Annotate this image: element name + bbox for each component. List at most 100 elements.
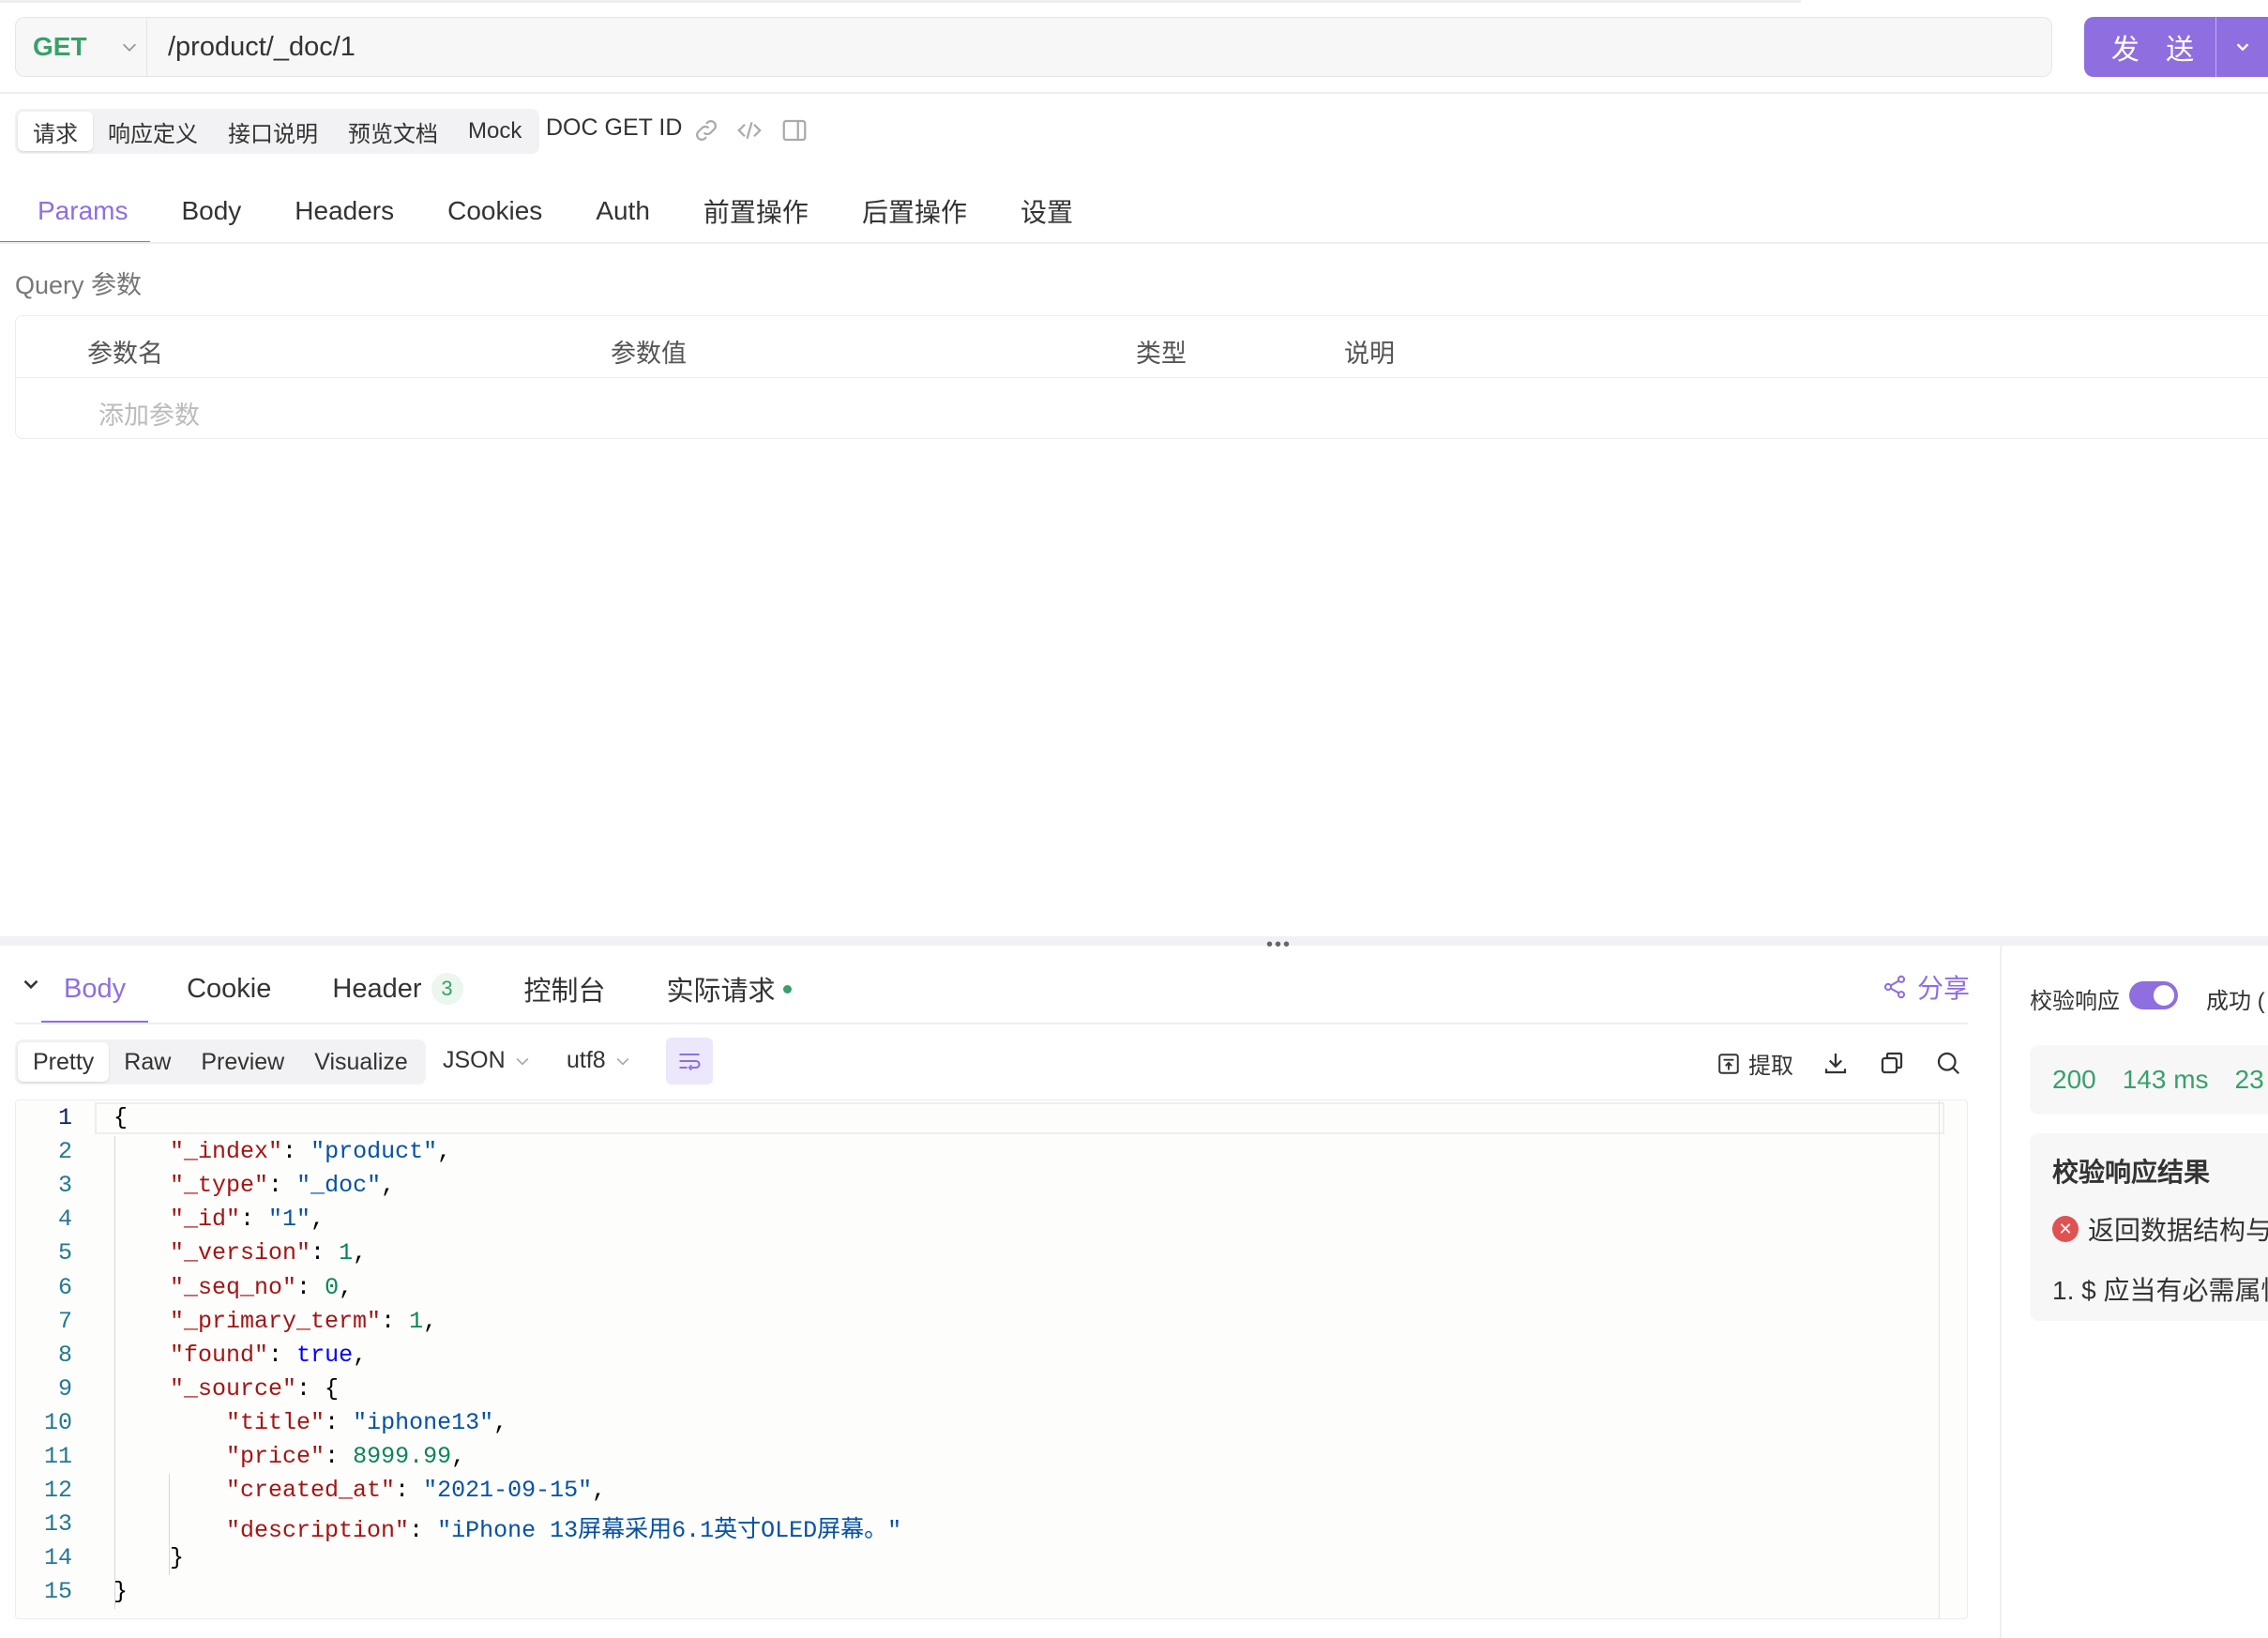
code-line: "_primary_term": 1, (170, 1307, 438, 1335)
divider (15, 1023, 1968, 1024)
tab-label: Cookie (187, 973, 272, 1004)
code-icon[interactable] (735, 116, 764, 144)
tab-preview[interactable]: Preview (186, 1042, 299, 1082)
tab-raw[interactable]: Raw (109, 1042, 186, 1082)
share-label: 分享 (1917, 974, 1971, 1003)
panel-splitter[interactable] (0, 936, 2268, 946)
share-icon (1883, 975, 1906, 999)
line-number: 2 (57, 1138, 72, 1166)
response-stats: 200 143 ms 23 (2030, 1045, 2268, 1115)
tab-response-header[interactable]: Header 3 (332, 953, 463, 1024)
link-icon[interactable] (692, 116, 720, 144)
mode-tabs: 请求 响应定义 接口说明 预览文档 Mock (15, 109, 540, 154)
tab-api-description[interactable]: 接口说明 (213, 112, 333, 151)
encoding-value: utf8 (567, 1047, 606, 1073)
column-header-name: 参数名 (87, 340, 163, 368)
word-wrap-button[interactable] (666, 1038, 713, 1084)
search-icon[interactable] (1934, 1049, 1962, 1077)
error-icon: ✕ (2052, 1216, 2079, 1242)
add-param-input[interactable]: 添加参数 (98, 395, 200, 432)
tab-cookies[interactable]: Cookies (447, 178, 542, 244)
line-number: 4 (57, 1206, 72, 1234)
extract-label: 提取 (1748, 1054, 1793, 1079)
line-number: 8 (57, 1341, 72, 1369)
code-line: "found": true, (170, 1341, 368, 1369)
query-params-label: Query 参数 (15, 271, 143, 299)
format-select[interactable]: JSON (443, 1047, 532, 1074)
line-number: 6 (57, 1273, 72, 1301)
send-label: 发 送 (2110, 35, 2204, 66)
collapse-chevron-icon[interactable] (19, 972, 43, 996)
validate-response-toggle[interactable] (2129, 981, 2178, 1009)
tab-post-actions[interactable]: 后置操作 (862, 178, 967, 244)
line-number: 3 (57, 1172, 72, 1200)
tab-pretty[interactable]: Pretty (18, 1042, 110, 1082)
sidebar-panel-icon[interactable] (780, 116, 809, 144)
chevron-down-icon (516, 1057, 529, 1066)
tab-visualize[interactable]: Visualize (299, 1042, 423, 1082)
divider (0, 92, 2268, 94)
response-time: 143 ms (2122, 1065, 2209, 1094)
encoding-select[interactable]: utf8 (567, 1047, 632, 1074)
current-line-highlight (95, 1102, 1944, 1134)
url-input[interactable] (147, 18, 2051, 76)
tab-label: 控制台 (523, 977, 606, 1007)
tab-actual-request[interactable]: 实际请求 (667, 953, 792, 1024)
line-number: 5 (57, 1239, 72, 1267)
error-detail: 1. $ 应当有必需属性 (2052, 1276, 2268, 1305)
code-line: "_type": "_doc", (170, 1172, 396, 1200)
line-number-gutter: 1 2 3 4 5 6 7 8 9 10 11 12 13 14 15 (16, 1100, 95, 1618)
top-divider (0, 0, 1801, 3)
line-number: 10 (43, 1408, 72, 1436)
tab-headers[interactable]: Headers (295, 178, 394, 244)
view-mode-tabs: Pretty Raw Preview Visualize (15, 1039, 426, 1084)
response-tabs: Body Cookie Header 3 控制台 实际请求 (40, 953, 853, 1024)
validation-error: ✕ 返回数据结构与 (2052, 1210, 2268, 1248)
code-line: "_source": { (170, 1374, 340, 1403)
tab-response-body[interactable]: Body (40, 953, 149, 1024)
tab-mock[interactable]: Mock (453, 112, 537, 151)
column-header-description: 说明 (1344, 340, 1395, 368)
send-menu-button[interactable] (2215, 17, 2268, 77)
validation-result-title: 校验响应结果 (2052, 1158, 2211, 1187)
tab-request[interactable]: 请求 (18, 112, 93, 151)
download-icon[interactable] (1822, 1049, 1850, 1077)
method-select[interactable]: GET (16, 18, 147, 76)
extract-button[interactable]: 提取 (1716, 1047, 1793, 1080)
line-number: 9 (57, 1374, 72, 1403)
params-table-header: 参数名 参数值 类型 说明 (16, 316, 2268, 378)
extract-icon (1718, 1053, 1739, 1074)
tab-auth[interactable]: Auth (596, 178, 650, 244)
vertical-scrollbar[interactable] (1939, 1100, 1940, 1618)
tab-preview-doc[interactable]: 预览文档 (333, 112, 453, 151)
copy-icon[interactable] (1878, 1049, 1906, 1077)
params-table: 参数名 参数值 类型 说明 添加参数 (15, 315, 2268, 439)
response-size: 23 (2234, 1065, 2264, 1094)
validation-result-label: 成功 ( (2206, 989, 2265, 1014)
format-value: JSON (443, 1047, 506, 1073)
tab-response-cookie[interactable]: Cookie (187, 953, 271, 1024)
code-line: "title": "iphone13", (226, 1408, 508, 1436)
word-wrap-icon (679, 1053, 701, 1071)
count-badge: 3 (431, 973, 463, 1005)
tab-response-definition[interactable]: 响应定义 (93, 112, 213, 151)
error-message: 返回数据结构与 (2088, 1216, 2268, 1245)
status-code: 200 (2052, 1065, 2096, 1094)
url-bar: GET (15, 17, 2052, 77)
drag-handle-icon[interactable]: ••• (1266, 934, 1292, 956)
tab-console[interactable]: 控制台 (524, 953, 606, 1024)
tab-pre-actions[interactable]: 前置操作 (703, 178, 809, 244)
validate-response-label: 校验响应 (2030, 989, 2120, 1014)
line-number: 13 (43, 1510, 72, 1539)
code-line: "_seq_no": 0, (170, 1273, 354, 1301)
method-label: GET (33, 32, 87, 61)
response-body-editor[interactable]: 1 2 3 4 5 6 7 8 9 10 11 12 13 14 15 { "_index": "produ… (15, 1100, 1968, 1619)
line-number: 12 (43, 1477, 72, 1505)
column-header-type: 类型 (1136, 340, 1187, 368)
share-button[interactable]: 分享 (1882, 968, 1970, 1006)
tab-params[interactable]: Params (0, 178, 152, 244)
tab-body[interactable]: Body (181, 178, 241, 244)
code-line: "_version": 1, (170, 1239, 368, 1267)
line-number: 11 (43, 1443, 72, 1470)
tab-settings[interactable]: 设置 (1021, 178, 1073, 244)
